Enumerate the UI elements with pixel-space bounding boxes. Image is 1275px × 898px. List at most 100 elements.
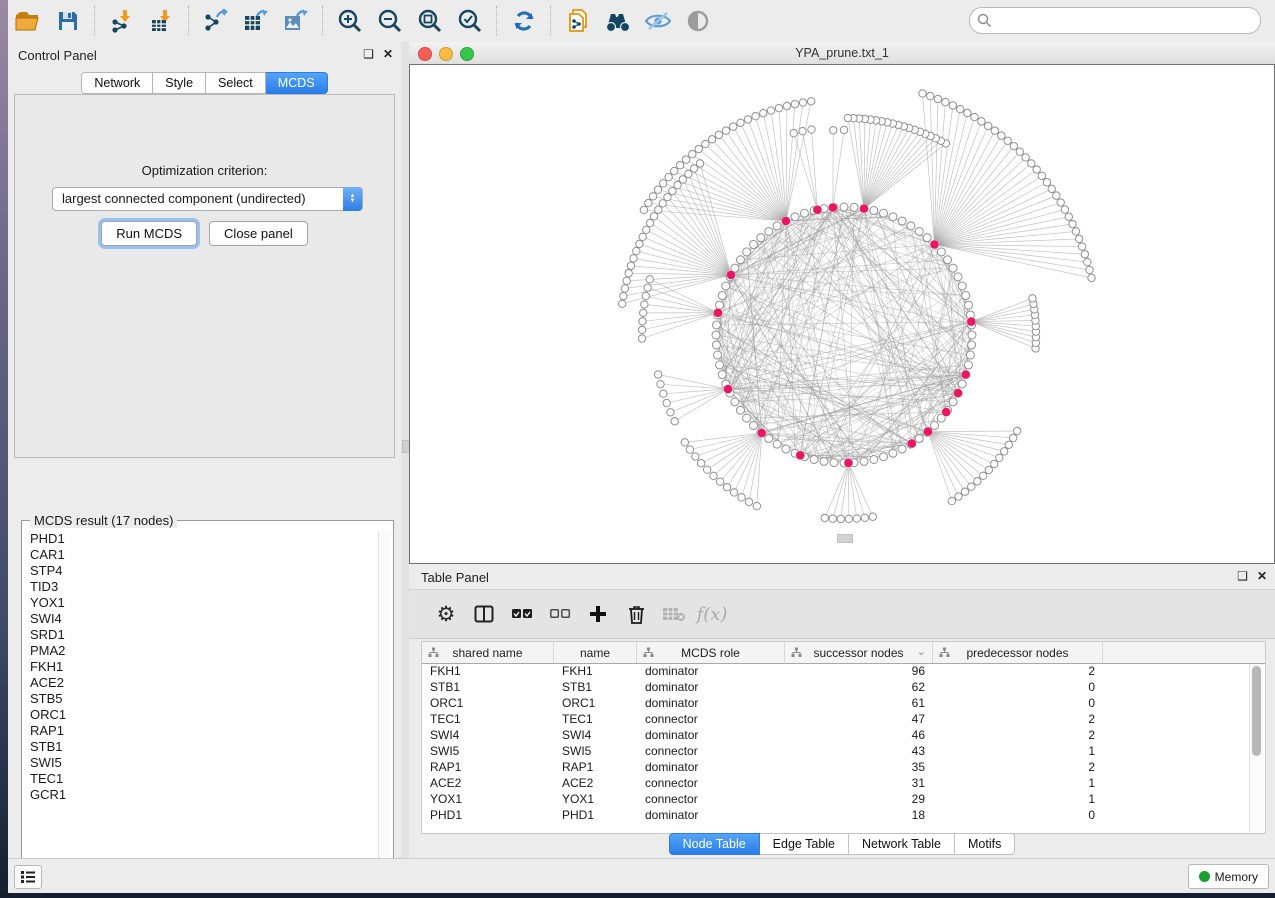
scrollbar-thumb[interactable]: [1252, 666, 1261, 756]
import-network-button[interactable]: [102, 4, 142, 38]
close-panel-button[interactable]: Close panel: [209, 221, 308, 246]
cell-MCDS-role[interactable]: connector: [637, 743, 785, 759]
cell-MCDS-role[interactable]: dominator: [637, 695, 785, 711]
cell-successor-nodes[interactable]: 96: [785, 663, 933, 679]
cell-name[interactable]: YOX1: [554, 791, 637, 807]
cell-MCDS-role[interactable]: dominator: [637, 679, 785, 695]
cell-successor-nodes[interactable]: 43: [785, 743, 933, 759]
mcds-result-item[interactable]: GCR1: [24, 787, 378, 803]
run-mcds-button[interactable]: Run MCDS: [101, 221, 197, 246]
mcds-result-item[interactable]: PMA2: [24, 643, 378, 659]
optimization-criterion-select[interactable]: largest connected component (undirected)…: [52, 187, 363, 211]
mcds-result-item[interactable]: TEC1: [24, 771, 378, 787]
table-options-button[interactable]: ⚙: [427, 596, 465, 632]
new-network-from-selection-button[interactable]: [558, 4, 598, 38]
cell-name[interactable]: TEC1: [554, 711, 637, 727]
mcds-result-item[interactable]: ORC1: [24, 707, 378, 723]
delete-column-button[interactable]: [617, 596, 655, 632]
zoom-in-button[interactable]: [330, 4, 370, 38]
mcds-result-item[interactable]: SRD1: [24, 627, 378, 643]
cell-shared-name[interactable]: ORC1: [422, 695, 554, 711]
delete-table-button[interactable]: [655, 596, 693, 632]
add-column-button[interactable]: [579, 596, 617, 632]
mcds-result-item[interactable]: STP4: [24, 563, 378, 579]
cell-MCDS-role[interactable]: connector: [637, 711, 785, 727]
cell-shared-name[interactable]: FKH1: [422, 663, 554, 679]
cell-name[interactable]: STB1: [554, 679, 637, 695]
cell-successor-nodes[interactable]: 31: [785, 775, 933, 791]
cell-predecessor-nodes[interactable]: 0: [933, 807, 1103, 823]
zoom-fit-button[interactable]: [410, 4, 450, 38]
refresh-button[interactable]: [504, 4, 544, 38]
cell-shared-name[interactable]: TEC1: [422, 711, 554, 727]
show-all-button[interactable]: [678, 4, 718, 38]
cell-shared-name[interactable]: SWI5: [422, 743, 554, 759]
close-panel-icon[interactable]: ✕: [1257, 569, 1267, 583]
column-header-name[interactable]: name: [554, 642, 637, 663]
tab-edge-table[interactable]: Edge Table: [760, 833, 849, 855]
tab-node-table[interactable]: Node Table: [669, 833, 760, 855]
cell-shared-name[interactable]: YOX1: [422, 791, 554, 807]
horizontal-splitter-handle[interactable]: [837, 534, 853, 543]
cell-MCDS-role[interactable]: dominator: [637, 807, 785, 823]
export-image-button[interactable]: [276, 4, 316, 38]
cell-shared-name[interactable]: RAP1: [422, 759, 554, 775]
cell-shared-name[interactable]: SWI4: [422, 727, 554, 743]
hide-selected-button[interactable]: [638, 4, 678, 38]
cell-name[interactable]: ORC1: [554, 695, 637, 711]
network-canvas[interactable]: [409, 64, 1275, 564]
mcds-list-scrollbar[interactable]: [378, 531, 391, 890]
column-header-successor-nodes[interactable]: successor nodes⌄: [785, 642, 933, 663]
select-all-columns-button[interactable]: [503, 596, 541, 632]
save-session-button[interactable]: [48, 4, 88, 38]
tab-style[interactable]: Style: [153, 72, 206, 94]
table-row[interactable]: ORC1ORC1dominator610: [422, 695, 1265, 711]
mcds-result-item[interactable]: STB1: [24, 739, 378, 755]
table-row[interactable]: STB1STB1dominator620: [422, 679, 1265, 695]
mcds-result-item[interactable]: PHD1: [24, 531, 378, 547]
table-row[interactable]: RAP1RAP1dominator352: [422, 759, 1265, 775]
table-row[interactable]: TEC1TEC1connector472: [422, 711, 1265, 727]
cell-name[interactable]: FKH1: [554, 663, 637, 679]
cell-successor-nodes[interactable]: 46: [785, 727, 933, 743]
cell-MCDS-role[interactable]: connector: [637, 775, 785, 791]
table-row[interactable]: SWI5SWI5connector431: [422, 743, 1265, 759]
mcds-result-item[interactable]: CAR1: [24, 547, 378, 563]
cell-shared-name[interactable]: ACE2: [422, 775, 554, 791]
cell-predecessor-nodes[interactable]: 0: [933, 695, 1103, 711]
open-file-button[interactable]: [8, 4, 48, 38]
tab-motifs[interactable]: Motifs: [955, 833, 1015, 855]
cell-MCDS-role[interactable]: dominator: [637, 663, 785, 679]
cell-name[interactable]: SWI4: [554, 727, 637, 743]
cell-name[interactable]: RAP1: [554, 759, 637, 775]
tab-network[interactable]: Network: [81, 72, 153, 94]
cell-name[interactable]: PHD1: [554, 807, 637, 823]
cell-name[interactable]: ACE2: [554, 775, 637, 791]
cell-successor-nodes[interactable]: 29: [785, 791, 933, 807]
unselect-all-columns-button[interactable]: [541, 596, 579, 632]
tab-network-table[interactable]: Network Table: [849, 833, 955, 855]
mcds-result-list[interactable]: PHD1CAR1STP4TID3YOX1SWI4SRD1PMA2FKH1ACE2…: [24, 531, 378, 890]
column-header-predecessor-nodes[interactable]: predecessor nodes: [933, 642, 1103, 663]
mcds-result-item[interactable]: FKH1: [24, 659, 378, 675]
close-panel-icon[interactable]: ✕: [383, 47, 393, 61]
cell-MCDS-role[interactable]: dominator: [637, 727, 785, 743]
zoom-out-button[interactable]: [370, 4, 410, 38]
mcds-result-item[interactable]: SWI4: [24, 611, 378, 627]
mcds-result-item[interactable]: RAP1: [24, 723, 378, 739]
cell-predecessor-nodes[interactable]: 2: [933, 663, 1103, 679]
cell-predecessor-nodes[interactable]: 0: [933, 679, 1103, 695]
cell-predecessor-nodes[interactable]: 2: [933, 727, 1103, 743]
cell-successor-nodes[interactable]: 35: [785, 759, 933, 775]
zoom-selected-button[interactable]: [450, 4, 490, 38]
float-panel-icon[interactable]: ❑: [363, 47, 374, 61]
import-table-button[interactable]: [142, 4, 182, 38]
cell-MCDS-role[interactable]: connector: [637, 791, 785, 807]
mcds-result-item[interactable]: STB5: [24, 691, 378, 707]
show-columns-button[interactable]: [465, 596, 503, 632]
cell-successor-nodes[interactable]: 18: [785, 807, 933, 823]
function-builder-button[interactable]: f(x): [693, 596, 731, 632]
mcds-result-item[interactable]: YOX1: [24, 595, 378, 611]
tab-select[interactable]: Select: [206, 72, 266, 94]
cell-predecessor-nodes[interactable]: 1: [933, 791, 1103, 807]
